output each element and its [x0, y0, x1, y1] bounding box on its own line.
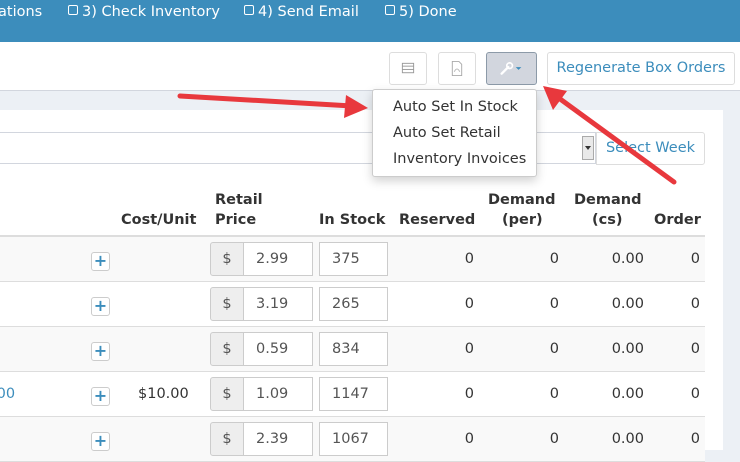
arrow-right-annotation [543, 86, 677, 185]
annotation-arrows [177, 86, 677, 185]
arrow-left-annotation [177, 93, 368, 118]
